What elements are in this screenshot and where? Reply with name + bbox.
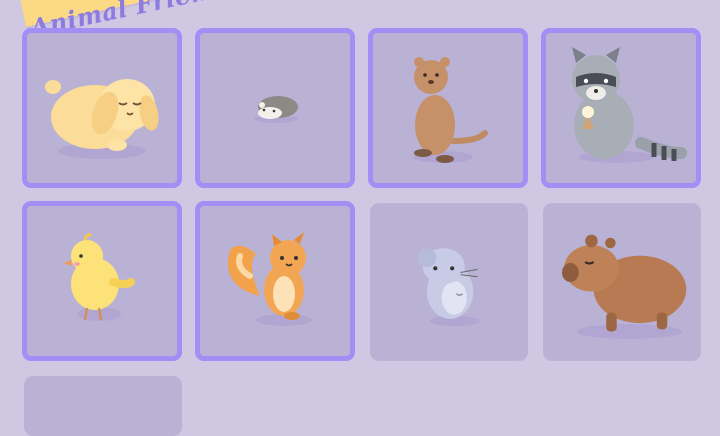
chinchilla-icon bbox=[417, 248, 480, 327]
card-quokka[interactable] bbox=[368, 28, 528, 188]
card-hamster[interactable] bbox=[195, 28, 355, 188]
card-chinchilla[interactable] bbox=[370, 203, 528, 361]
squirrel-icon bbox=[228, 232, 312, 326]
card-raccoon[interactable] bbox=[541, 28, 701, 188]
chick-icon bbox=[64, 233, 135, 321]
card-chick[interactable] bbox=[22, 201, 182, 361]
card-bunny[interactable] bbox=[22, 28, 182, 188]
hamster-icon bbox=[254, 96, 298, 123]
raccoon-icon bbox=[572, 47, 687, 163]
card-capybara[interactable] bbox=[543, 203, 701, 361]
card-squirrel[interactable] bbox=[195, 201, 355, 361]
bunny-icon bbox=[45, 79, 159, 159]
quokka-icon bbox=[413, 57, 488, 163]
capybara-icon bbox=[561, 234, 687, 339]
card-partial[interactable] bbox=[24, 376, 182, 436]
